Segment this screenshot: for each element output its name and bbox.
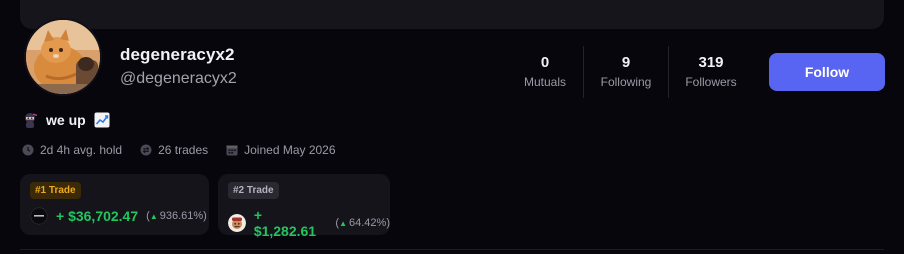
stat-mutuals-value: 0: [540, 54, 550, 71]
section-divider: [20, 249, 884, 250]
avatar[interactable]: [24, 18, 102, 96]
trade-percent: (▲ 936.61%): [146, 210, 207, 222]
display-name: degeneracyx2: [120, 45, 235, 64]
trade-summary: + $1,282.61 (▲ 64.42%): [228, 207, 390, 239]
profile-meta: 2d 4h avg. hold 26 trades Joined May 202…: [22, 143, 336, 157]
chart-increasing-emoji-icon: [94, 112, 110, 128]
username-handle: @degeneracyx2: [120, 70, 237, 87]
trade-gain: + $1,282.61: [253, 207, 317, 239]
up-arrow-icon: ▲: [149, 211, 158, 221]
ninja-emoji-icon: [25, 113, 38, 128]
top-trade-card-2[interactable]: #2 Trade + $1,282.61 (▲ 64.42%): [218, 174, 390, 239]
stat-mutuals[interactable]: 0 Mutuals: [503, 54, 587, 89]
trade-percent: (▲ 64.42%): [335, 217, 390, 229]
stat-following-value: 9: [621, 54, 631, 71]
up-arrow-icon: ▲: [339, 218, 348, 228]
stat-followers[interactable]: 319 Followers: [669, 54, 753, 89]
trade-count: 26 trades: [140, 143, 208, 157]
join-date-text: Joined May 2026: [244, 143, 336, 157]
trade-percent-value: 64.42%: [349, 217, 387, 229]
trade-gain: + $36,702.47: [56, 208, 139, 224]
calendar-icon: [226, 145, 238, 156]
dark-token-icon: [30, 207, 48, 225]
bio-text: we up: [46, 112, 86, 128]
trade-rank-badge: #2 Trade: [228, 182, 279, 199]
profile-banner: [20, 0, 884, 29]
avg-hold-text: 2d 4h avg. hold: [40, 143, 123, 157]
stat-following[interactable]: 9 Following: [584, 54, 668, 89]
avg-hold: 2d 4h avg. hold: [22, 143, 122, 157]
follow-button[interactable]: Follow: [769, 53, 885, 91]
join-date: Joined May 2026: [226, 143, 336, 157]
stat-mutuals-label: Mutuals: [523, 75, 567, 89]
stat-followers-label: Followers: [685, 75, 737, 89]
profile-page: degeneracyx2 @degeneracyx2 0 Mutuals 9 F…: [0, 0, 904, 254]
trade-summary: + $36,702.47 (▲ 936.61%): [30, 207, 207, 225]
stat-following-label: Following: [600, 75, 652, 89]
cat-avatar-image: [26, 20, 100, 94]
top-trade-card-1[interactable]: #1 Trade + $36,702.47 (▲ 936.61%): [20, 174, 209, 235]
clock-icon: [22, 144, 34, 156]
swap-icon: [140, 144, 152, 156]
trade-percent-value: 936.61%: [159, 210, 204, 222]
stat-followers-value: 319: [698, 54, 724, 71]
character-token-icon: [228, 214, 246, 232]
bio: we up: [22, 112, 110, 128]
trade-count-text: 26 trades: [158, 143, 209, 157]
trade-rank-badge: #1 Trade: [30, 182, 81, 199]
